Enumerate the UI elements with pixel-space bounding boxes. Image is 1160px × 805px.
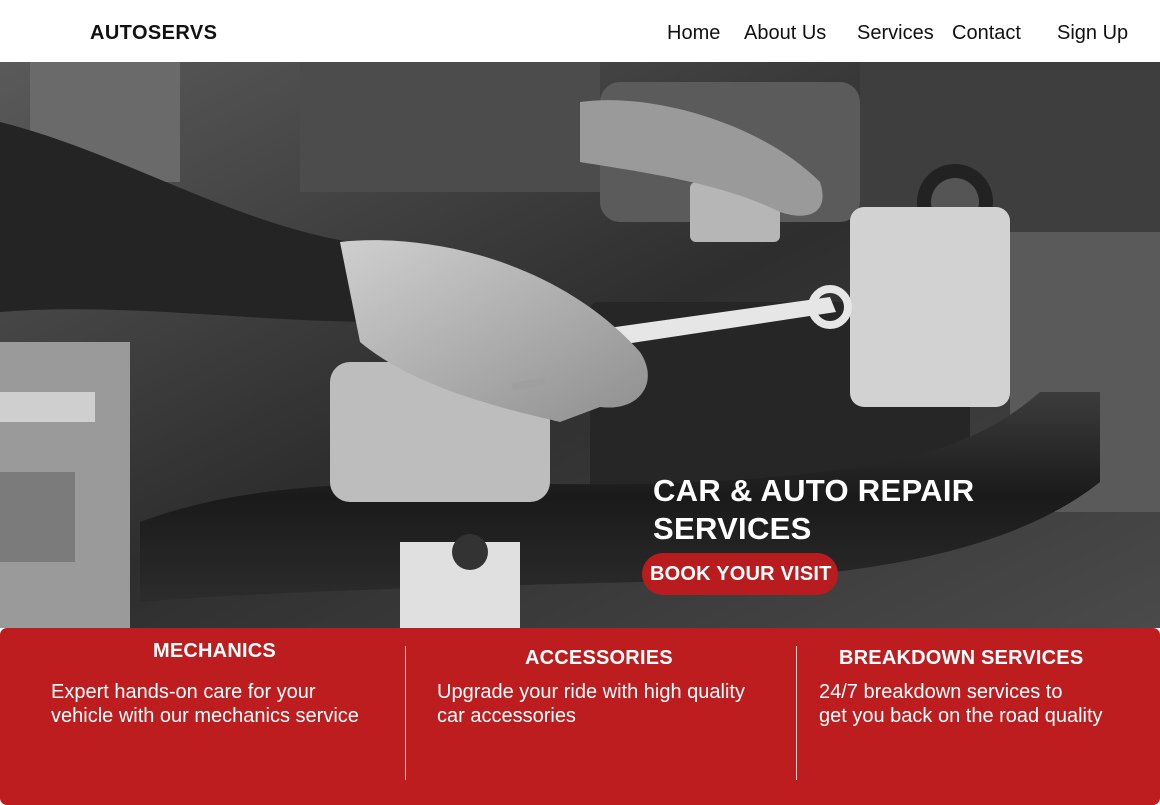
hero-title-line-1: CAR & AUTO REPAIR	[653, 473, 975, 508]
nav-contact-link[interactable]: Contact	[952, 22, 1021, 45]
hero-title-line-2: SERVICES	[653, 511, 812, 546]
book-visit-button[interactable]: BOOK YOUR VISIT	[642, 553, 838, 595]
service-desc-line: 24/7 breakdown services to	[819, 681, 1063, 703]
service-divider	[405, 646, 406, 780]
brand-logo[interactable]: AUTOSERVS	[90, 22, 217, 45]
service-desc-line: Expert hands-on care for your	[51, 681, 316, 703]
service-desc-line: vehicle with our mechanics service	[51, 705, 359, 727]
service-title-breakdown: BREAKDOWN SERVICES	[839, 647, 1084, 669]
site-header: AUTOSERVS Home About Us Services Contact…	[0, 0, 1160, 62]
service-desc-accessories: Upgrade your ride with high quality car …	[437, 680, 787, 728]
service-divider	[796, 646, 797, 780]
service-title-mechanics: MECHANICS	[153, 640, 276, 662]
service-title-accessories: ACCESSORIES	[525, 647, 673, 669]
hero-section: CAR & AUTO REPAIR SERVICES BOOK YOUR VIS…	[0, 62, 1160, 628]
nav-home-link[interactable]: Home	[667, 22, 720, 45]
nav-about-link[interactable]: About Us	[744, 22, 826, 45]
service-desc-mechanics: Expert hands-on care for your vehicle wi…	[51, 680, 396, 728]
services-band: MECHANICS Expert hands-on care for your …	[0, 628, 1160, 805]
service-desc-line: get you back on the road quality	[819, 705, 1103, 727]
service-desc-breakdown: 24/7 breakdown services to get you back …	[819, 680, 1149, 728]
service-desc-line: Upgrade your ride with high quality	[437, 681, 745, 703]
nav-services-link[interactable]: Services	[857, 22, 934, 45]
service-desc-line: car accessories	[437, 705, 576, 727]
hero-title: CAR & AUTO REPAIR SERVICES	[653, 472, 1073, 548]
nav-signup-link[interactable]: Sign Up	[1057, 22, 1128, 45]
